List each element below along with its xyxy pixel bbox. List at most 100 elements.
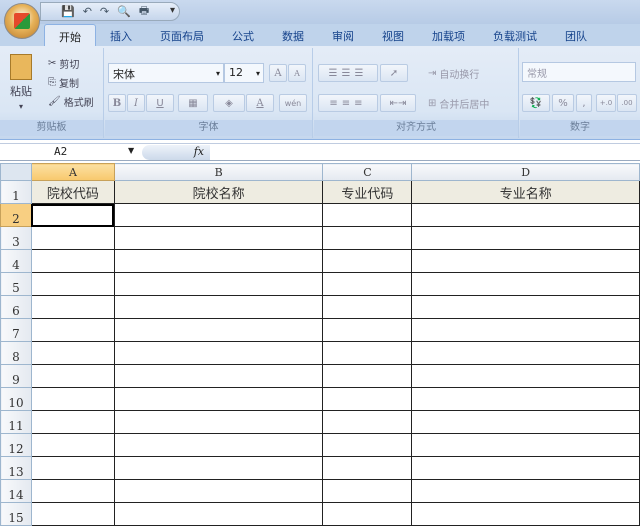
print-icon[interactable]: 🖶 (139, 2, 149, 21)
cell-b15[interactable] (113, 502, 324, 526)
cell-d14[interactable] (411, 479, 640, 503)
percent-button[interactable]: % (552, 94, 574, 112)
vertical-align-buttons[interactable]: ☰☰☰ (318, 64, 378, 82)
cell-a2[interactable] (30, 203, 115, 227)
tab-data[interactable]: 数据 (268, 24, 318, 46)
cell-a10[interactable] (30, 387, 115, 411)
chevron-down-icon[interactable]: ▼ (128, 146, 134, 155)
indent-buttons[interactable]: ⇤⇥ (380, 94, 416, 112)
cell-b9[interactable] (113, 364, 324, 388)
tab-page-layout[interactable]: 页面布局 (146, 24, 218, 46)
cell-a1[interactable]: 院校代码 (30, 180, 115, 204)
customize-qat-button[interactable]: ▾ (170, 5, 175, 16)
fill-color-button[interactable]: ◈ (213, 94, 245, 112)
cell-a11[interactable] (30, 410, 115, 434)
shrink-font-button[interactable]: A (288, 64, 306, 82)
cell-b7[interactable] (113, 318, 324, 342)
row-header-4[interactable]: 4 (0, 249, 32, 273)
row-header-6[interactable]: 6 (0, 295, 32, 319)
tab-addins[interactable]: 加载项 (418, 24, 479, 46)
cell-b6[interactable] (113, 295, 324, 319)
column-header-c[interactable]: C (322, 163, 413, 181)
column-header-a[interactable]: A (30, 163, 115, 181)
cell-b3[interactable] (113, 226, 324, 250)
row-header-2[interactable]: 2 (0, 203, 32, 227)
cell-a7[interactable] (30, 318, 115, 342)
cell-a5[interactable] (30, 272, 115, 296)
copy-button[interactable]: ⎘ 复制 (48, 75, 79, 90)
cell-a3[interactable] (30, 226, 115, 250)
cell-a9[interactable] (30, 364, 115, 388)
print-preview-icon[interactable]: 🔍 (117, 5, 131, 18)
column-header-d[interactable]: D (411, 163, 640, 181)
row-header-8[interactable]: 8 (0, 341, 32, 365)
tab-load-test[interactable]: 负载测试 (479, 24, 551, 46)
cell-d12[interactable] (411, 433, 640, 457)
cell-c1[interactable]: 专业代码 (322, 180, 413, 204)
column-header-b[interactable]: B (113, 163, 324, 181)
row-header-12[interactable]: 12 (0, 433, 32, 457)
wrap-text-button[interactable]: ⇥ 自动换行 (428, 66, 479, 81)
insert-function-button[interactable]: fx (142, 145, 210, 160)
cell-b11[interactable] (113, 410, 324, 434)
orientation-button[interactable]: ➚ (380, 64, 408, 82)
cell-d7[interactable] (411, 318, 640, 342)
grow-font-button[interactable]: A (269, 64, 287, 82)
font-name-select[interactable]: 宋体 ▾ (108, 63, 224, 83)
cell-c7[interactable] (322, 318, 413, 342)
cell-b14[interactable] (113, 479, 324, 503)
tab-insert[interactable]: 插入 (96, 24, 146, 46)
tab-team[interactable]: 团队 (551, 24, 601, 46)
formula-input[interactable] (212, 145, 638, 160)
number-format-select[interactable]: 常规 (522, 62, 636, 82)
border-button[interactable]: ▦ (178, 94, 208, 112)
cell-a14[interactable] (30, 479, 115, 503)
office-button[interactable] (4, 3, 40, 39)
cell-a4[interactable] (30, 249, 115, 273)
cell-c4[interactable] (322, 249, 413, 273)
format-painter-button[interactable]: 🖌 格式刷 (48, 94, 94, 109)
cell-c10[interactable] (322, 387, 413, 411)
comma-button[interactable]: , (576, 94, 592, 112)
row-header-9[interactable]: 9 (0, 364, 32, 388)
cut-button[interactable]: ✂ 剪切 (48, 56, 79, 71)
tab-review[interactable]: 审阅 (318, 24, 368, 46)
row-header-1[interactable]: 1 (0, 180, 32, 204)
cell-b8[interactable] (113, 341, 324, 365)
cell-c15[interactable] (322, 502, 413, 526)
row-header-7[interactable]: 7 (0, 318, 32, 342)
cell-b1[interactable]: 院校名称 (113, 180, 324, 204)
cell-d6[interactable] (411, 295, 640, 319)
currency-button[interactable]: 💱 (522, 94, 550, 112)
bold-button[interactable]: B (108, 94, 126, 112)
cell-d15[interactable] (411, 502, 640, 526)
cell-c9[interactable] (322, 364, 413, 388)
decrease-decimal-button[interactable]: .00 (617, 94, 637, 112)
row-header-3[interactable]: 3 (0, 226, 32, 250)
cell-a13[interactable] (30, 456, 115, 480)
save-icon[interactable]: 💾 (61, 5, 75, 18)
horizontal-align-buttons[interactable]: ≡≡≡ (318, 94, 378, 112)
name-box[interactable]: A2 (2, 145, 138, 160)
underline-button[interactable]: U (146, 94, 174, 112)
cell-d13[interactable] (411, 456, 640, 480)
merge-center-button[interactable]: ⊞ 合并后居中 (428, 96, 489, 111)
row-header-14[interactable]: 14 (0, 479, 32, 503)
cell-b2[interactable] (113, 203, 324, 227)
increase-decimal-button[interactable]: +.0 (596, 94, 616, 112)
paste-button[interactable]: 粘贴 ▾ (10, 54, 32, 111)
cell-d10[interactable] (411, 387, 640, 411)
cell-c14[interactable] (322, 479, 413, 503)
font-color-button[interactable]: A (246, 94, 274, 112)
tab-view[interactable]: 视图 (368, 24, 418, 46)
cell-a6[interactable] (30, 295, 115, 319)
cell-c2[interactable] (322, 203, 413, 227)
cell-d8[interactable] (411, 341, 640, 365)
row-header-13[interactable]: 13 (0, 456, 32, 480)
tab-formulas[interactable]: 公式 (218, 24, 268, 46)
cell-b4[interactable] (113, 249, 324, 273)
cell-d2[interactable] (411, 203, 640, 227)
cell-d4[interactable] (411, 249, 640, 273)
row-header-5[interactable]: 5 (0, 272, 32, 296)
cell-c5[interactable] (322, 272, 413, 296)
